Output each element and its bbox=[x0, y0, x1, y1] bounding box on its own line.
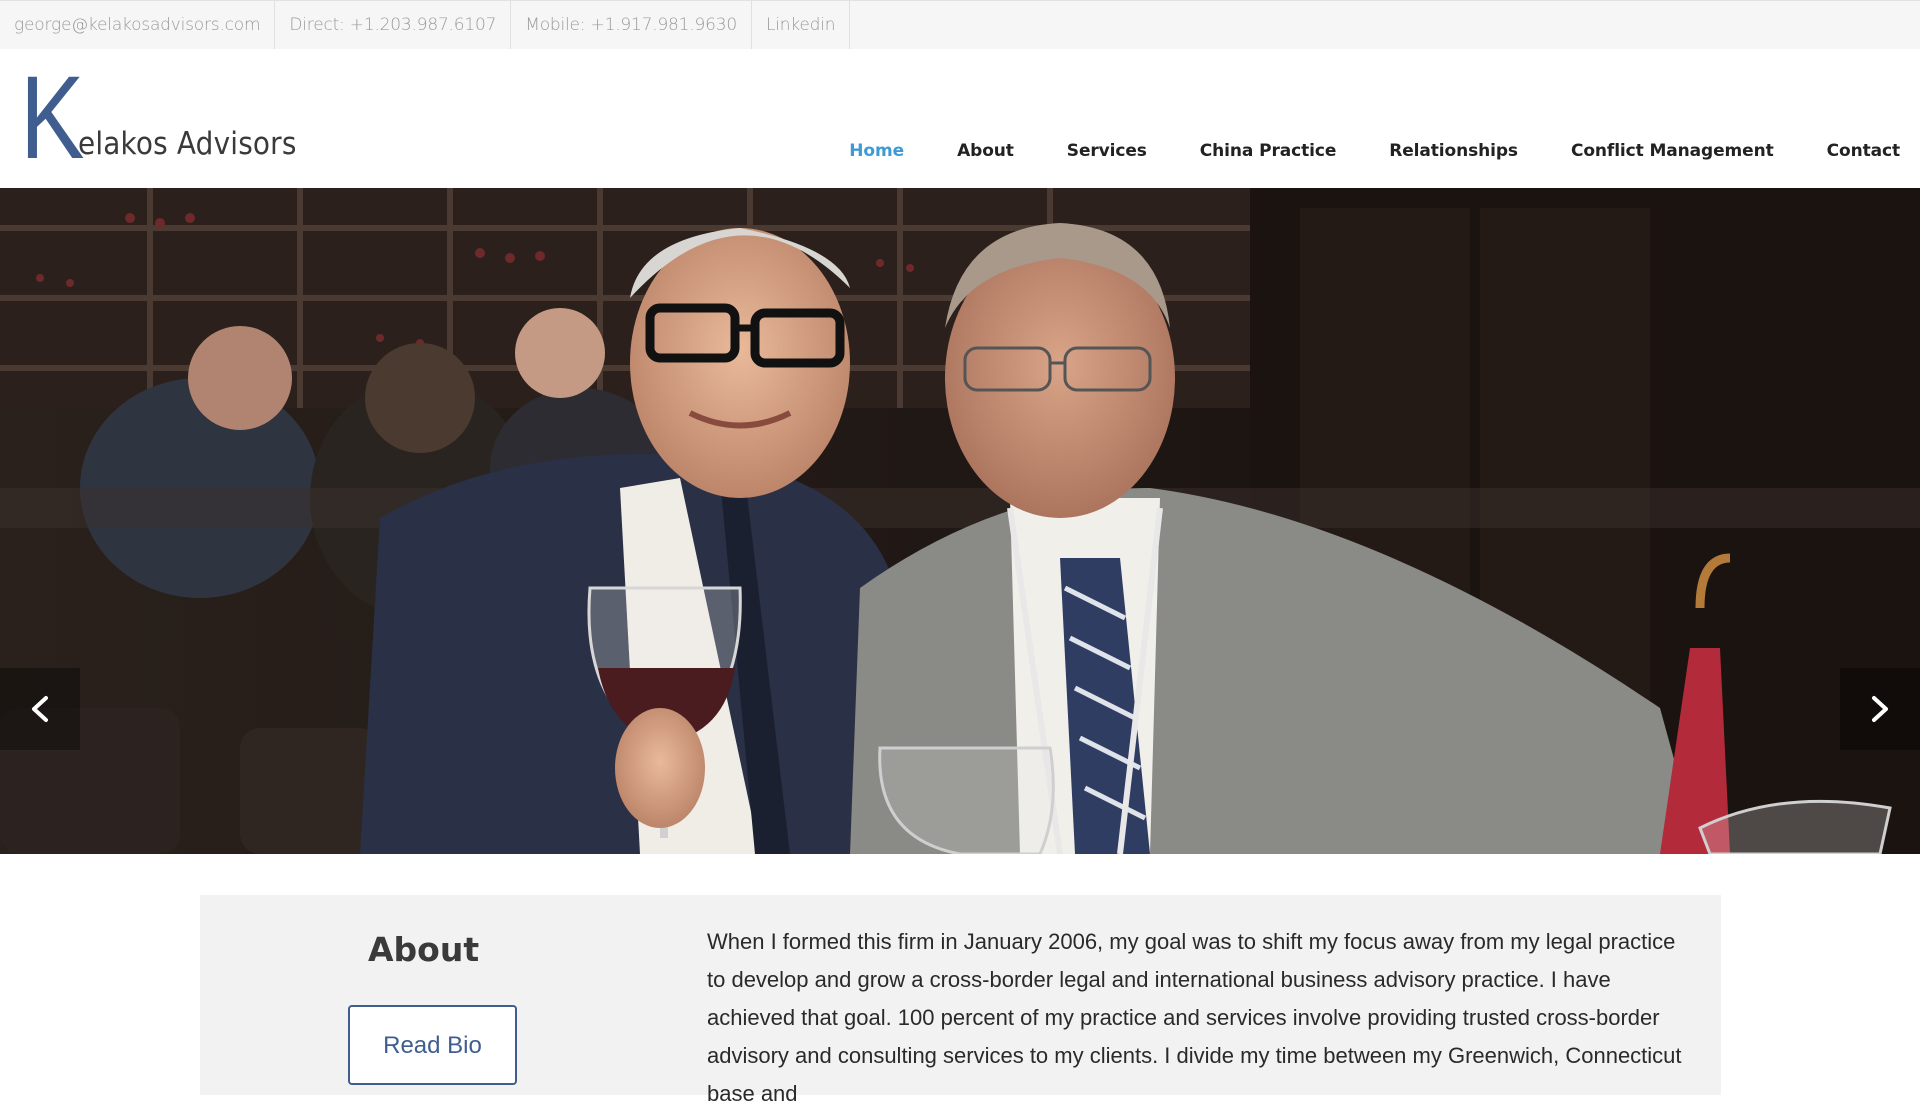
nav-contact[interactable]: Contact bbox=[1827, 141, 1900, 161]
slider-next-button[interactable] bbox=[1840, 668, 1920, 750]
nav-relationships[interactable]: Relationships bbox=[1389, 141, 1518, 161]
about-heading: About bbox=[368, 930, 480, 969]
hero-photo bbox=[0, 188, 1920, 854]
nav-home[interactable]: Home bbox=[849, 141, 904, 161]
logo-wordmark: elakos Advisors bbox=[78, 126, 297, 162]
about-section: About Read Bio When I formed this firm i… bbox=[200, 895, 1721, 1106]
nav-china-practice[interactable]: China Practice bbox=[1200, 141, 1337, 161]
chevron-right-icon bbox=[1872, 696, 1888, 722]
about-paragraph: When I formed this firm in January 2006,… bbox=[707, 929, 1682, 1106]
chevron-left-icon bbox=[32, 696, 48, 722]
main-nav: Home About Services China Practice Relat… bbox=[796, 141, 1900, 161]
linkedin-link[interactable]: Linkedin bbox=[752, 1, 851, 49]
read-bio-button[interactable]: Read Bio bbox=[348, 1005, 517, 1085]
top-contact-bar: george@kelakosadvisors.com Direct: +1.20… bbox=[0, 0, 1920, 49]
site-header: K elakos Advisors Home About Services Ch… bbox=[0, 49, 1920, 188]
nav-conflict-management[interactable]: Conflict Management bbox=[1571, 141, 1774, 161]
direct-phone-link[interactable]: Direct: +1.203.987.6107 bbox=[275, 1, 512, 49]
hero-slider bbox=[0, 188, 1920, 854]
nav-about[interactable]: About bbox=[957, 141, 1014, 161]
email-link[interactable]: george@kelakosadvisors.com bbox=[0, 1, 276, 49]
logo-letter: K bbox=[20, 52, 85, 184]
mobile-phone-link[interactable]: Mobile: +1.917.981.9630 bbox=[511, 1, 752, 49]
slider-prev-button[interactable] bbox=[0, 668, 80, 750]
site-logo[interactable]: K elakos Advisors bbox=[20, 52, 300, 184]
nav-services[interactable]: Services bbox=[1067, 141, 1147, 161]
